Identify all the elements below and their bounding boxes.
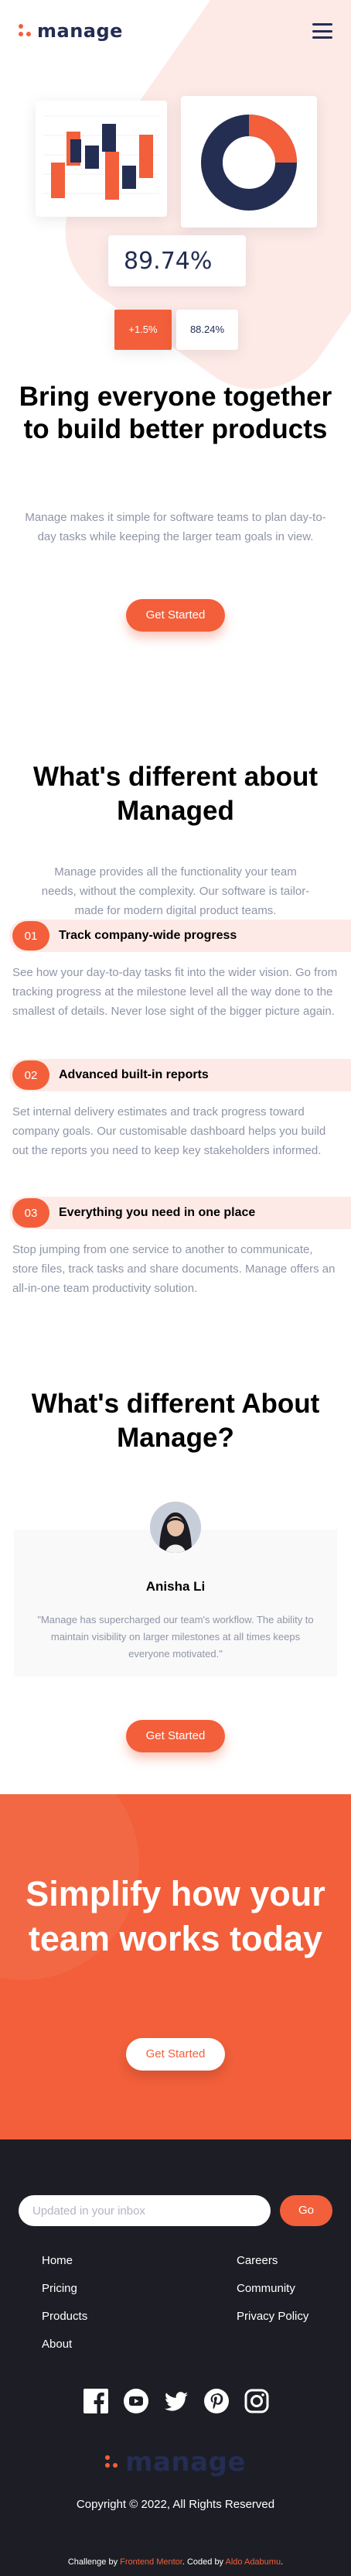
cta-section: Simplify how your team works today Get S… [0,1794,351,2139]
footer-link-careers[interactable]: Careers [237,2253,308,2269]
feature-description: Stop jumping from one service to another… [12,1243,336,1295]
feature-number: 02 [12,1060,49,1090]
footer-link-about[interactable]: About [42,2337,87,2352]
footer-link-privacy-policy[interactable]: Privacy Policy [237,2309,308,2324]
feature-name: Advanced built-in reports [59,1068,209,1081]
hamburger-icon[interactable] [312,23,332,39]
instagram-icon[interactable] [244,2389,269,2413]
feature-description: See how your day-to-day tasks fit into t… [12,966,338,1018]
change-value: 88.24% [189,324,225,335]
cta-get-started-button[interactable]: Get Started [126,2038,225,2071]
youtube-icon[interactable] [124,2389,148,2413]
logo-mark-icon [105,2455,119,2469]
feature-name: Track company-wide progress [59,929,237,942]
attribution: Challenge by Frontend Mentor. Coded by A… [0,2557,351,2567]
cta-title: Simplify how your team works today [26,1874,325,1958]
change-value-card: 88.24% [176,310,238,350]
twitter-icon[interactable] [164,2389,189,2413]
feature-number: 01 [12,921,49,951]
feature-header: 03 Everything you need in one place [9,1197,351,1229]
footer-links-secondary: Careers Community Privacy Policy [237,2253,308,2324]
social-links [83,2389,269,2413]
attribution-end: . [281,2557,284,2567]
change-up-value: +1.5% [128,324,158,335]
hero-get-started-button[interactable]: Get Started [126,599,225,632]
page: manage 89.74% +1.5% 88.24% Bring everyon… [0,0,351,2576]
facebook-icon[interactable] [83,2389,108,2413]
logo[interactable]: manage [19,20,123,42]
donut-chart-graphic [201,115,297,211]
footer-links-primary: Home Pricing Products About [42,2253,87,2352]
attribution-prefix: Challenge by [67,2557,118,2567]
logo-mark-icon [19,24,32,38]
bar-chart-card [36,101,167,217]
feature-number: 03 [12,1198,49,1228]
feature-item: 03 Everything you need in one place Stop… [0,1197,351,1298]
avatar-portrait [150,1502,201,1553]
pinterest-icon[interactable] [204,2389,229,2413]
footer-logo[interactable]: manage [0,2447,351,2478]
donut-chart-card [181,96,317,228]
testimonials-title: What's different About Manage? [31,1389,320,1453]
stat-card: 89.74% [108,235,246,286]
hero-title: Bring everyone together to build better … [19,382,332,444]
footer-link-community[interactable]: Community [237,2281,308,2297]
footer-link-home[interactable]: Home [42,2253,87,2269]
subscribe-input[interactable] [19,2195,271,2226]
hero-illustration: 89.74% +1.5% 88.24% [0,46,351,372]
stat-value: 89.74% [124,248,213,275]
testimonial-get-started-button[interactable]: Get Started [126,1720,225,1752]
hero-text: Manage makes it simple for software team… [25,511,326,543]
feature-name: Everything you need in one place [59,1206,256,1219]
features-text: Manage provides all the functionality yo… [41,865,310,917]
logo-text: manage [37,20,123,42]
copyright: Copyright © 2022, All Rights Reserved [76,2498,275,2511]
site-header: manage [0,0,351,62]
testimonial-quote: "Manage has supercharged our team's work… [37,1614,314,1660]
feature-description: Set internal delivery estimates and trac… [12,1105,326,1157]
footer-link-pricing[interactable]: Pricing [42,2281,87,2297]
frontend-mentor-link[interactable]: Frontend Mentor [120,2557,182,2567]
site-footer: Go Home Pricing Products About Careers C… [0,2139,351,2576]
go-button[interactable]: Go [280,2195,332,2226]
features-title: What's different about Managed [32,762,319,826]
footer-logo-text: manage [125,2447,246,2478]
footer-link-products[interactable]: Products [42,2309,87,2324]
feature-item: 02 Advanced built-in reports Set interna… [0,1059,351,1160]
feature-item: 01 Track company-wide progress See how y… [0,920,351,1021]
avatar [150,1502,201,1553]
feature-header: 01 Track company-wide progress [9,920,351,952]
author-link[interactable]: Aldo Adabumu [226,2557,281,2567]
attribution-mid: . Coded by [182,2557,224,2567]
change-up-card: +1.5% [114,310,172,350]
feature-header: 02 Advanced built-in reports [9,1059,351,1091]
bar-chart-graphic [43,115,159,200]
testimonial-name: Anisha Li [145,1579,206,1594]
